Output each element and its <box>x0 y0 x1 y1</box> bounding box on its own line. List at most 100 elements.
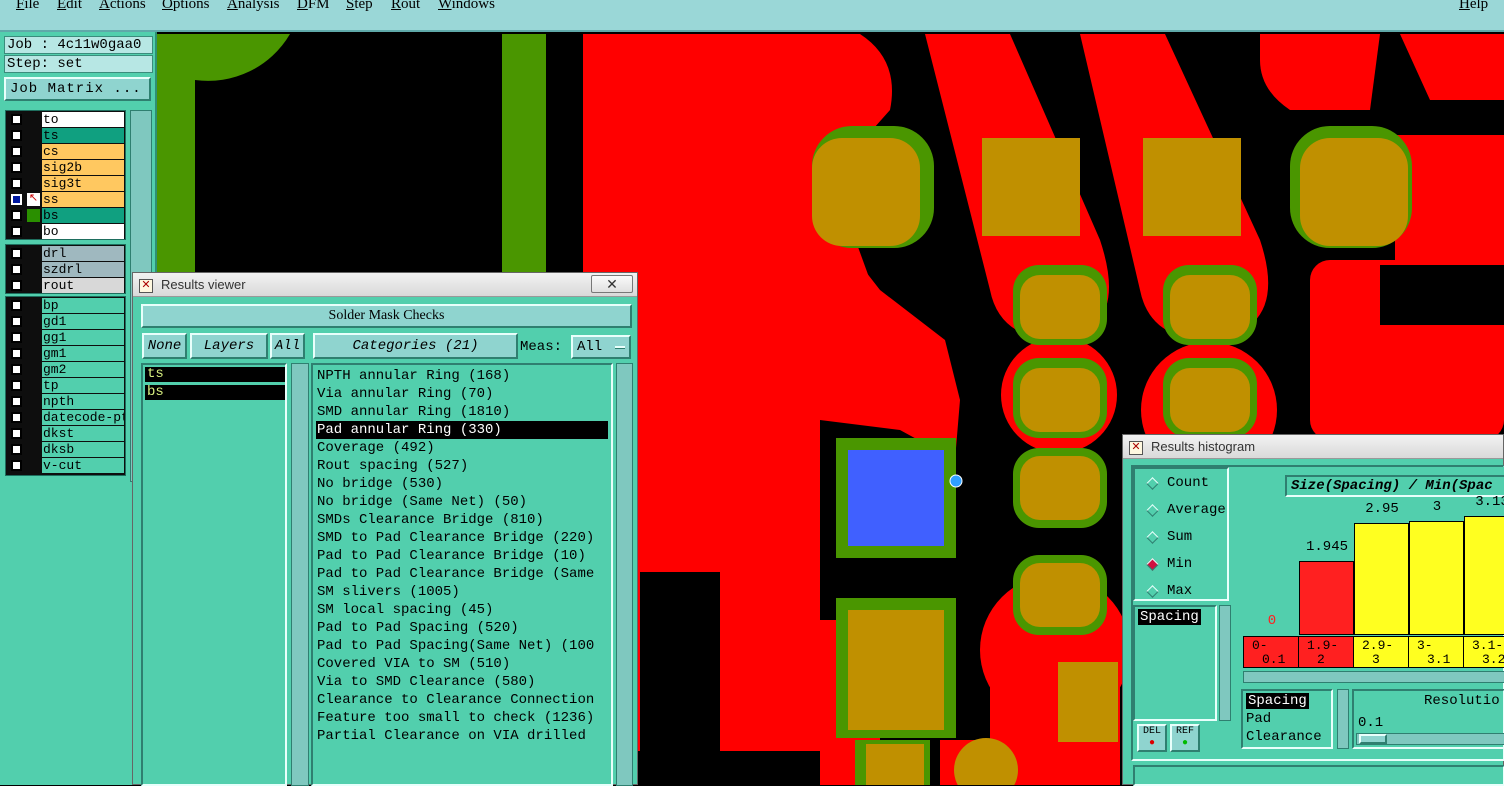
layer-checkbox[interactable] <box>11 396 22 407</box>
layer-checkbox[interactable] <box>11 412 22 423</box>
category-item[interactable]: Via annular Ring (70) <box>317 385 493 403</box>
layer-checkbox[interactable] <box>11 316 22 327</box>
category-item[interactable]: Covered VIA to SM (510) <box>317 655 510 673</box>
meas-list-scrollbar[interactable] <box>1337 689 1349 749</box>
layer-checkbox[interactable] <box>11 380 22 391</box>
job-matrix-button[interactable]: Job Matrix ... <box>4 77 151 101</box>
menu-step[interactable]: Step <box>346 0 373 13</box>
layer-checkbox[interactable] <box>11 226 22 237</box>
layer-checkbox[interactable] <box>11 428 22 439</box>
layer-name[interactable]: dkst <box>42 426 124 441</box>
layer-name[interactable]: npth <box>42 394 124 409</box>
layer-name[interactable]: gm2 <box>42 362 124 377</box>
category-item[interactable]: NPTH annular Ring (168) <box>317 367 510 385</box>
menu-actions[interactable]: Actions <box>99 0 146 13</box>
layer-row[interactable]: npth <box>6 394 125 410</box>
layer-checkbox[interactable] <box>11 130 22 141</box>
layer-row[interactable]: cs <box>6 144 125 160</box>
layer-name[interactable]: datecode-ptc <box>42 410 124 425</box>
layer-name[interactable]: bo <box>42 224 124 239</box>
layer-row[interactable]: rout <box>6 278 125 294</box>
menu-dfm[interactable]: DFM <box>297 0 330 13</box>
layer-checkbox[interactable] <box>11 332 22 343</box>
del-button[interactable]: DEL ● <box>1137 724 1167 752</box>
layer-checkbox[interactable] <box>11 162 22 173</box>
categories-scrollbar[interactable] <box>616 363 633 786</box>
meas-list-item-clearance[interactable]: Clearance <box>1246 729 1322 745</box>
category-item[interactable]: No bridge (530) <box>317 475 443 493</box>
menu-options[interactable]: Options <box>162 0 210 13</box>
histogram-bar[interactable] <box>1409 521 1464 635</box>
category-item[interactable]: Pad to Pad Spacing(Same Net) (100 <box>317 637 594 655</box>
layer-name[interactable]: drl <box>42 246 124 261</box>
layer-row[interactable]: gm2 <box>6 362 125 378</box>
layer-name[interactable]: dksb <box>42 442 124 457</box>
layer-row[interactable]: bs <box>6 208 125 224</box>
layer-row[interactable]: dkst <box>6 426 125 442</box>
layer-row[interactable]: bo <box>6 224 125 240</box>
layer-name[interactable]: gg1 <box>42 330 124 345</box>
category-item[interactable]: Rout spacing (527) <box>317 457 468 475</box>
categories-button[interactable]: Categories (21) <box>313 333 518 359</box>
measure-list-item[interactable]: Spacing <box>1138 609 1201 625</box>
result-layer-item[interactable]: ts <box>145 367 285 382</box>
layer-checkbox[interactable] <box>11 300 22 311</box>
result-layer-item[interactable]: bs <box>145 385 285 400</box>
category-item[interactable]: SMDs Clearance Bridge (810) <box>317 511 544 529</box>
resolution-slider-thumb[interactable] <box>1359 734 1387 744</box>
layer-name[interactable]: to <box>42 112 124 127</box>
meas-list-item-pad[interactable]: Pad <box>1246 711 1271 727</box>
layer-checkbox[interactable] <box>11 348 22 359</box>
meas-select[interactable]: All <box>571 335 631 359</box>
close-icon[interactable]: ✕ <box>591 275 633 293</box>
layer-row[interactable]: sig2b <box>6 160 125 176</box>
mode-radio-min[interactable]: Min <box>1143 554 1233 574</box>
menu-windows[interactable]: Windows <box>438 0 495 13</box>
layer-checkbox[interactable] <box>11 146 22 157</box>
layers-list-scrollbar[interactable] <box>291 363 309 786</box>
category-item[interactable]: Pad to Pad Spacing (520) <box>317 619 519 637</box>
category-item[interactable]: Via to SMD Clearance (580) <box>317 673 535 691</box>
menu-help[interactable]: Help <box>1459 0 1488 13</box>
resolution-slider[interactable] <box>1356 733 1504 745</box>
layer-name[interactable]: gm1 <box>42 346 124 361</box>
category-item[interactable]: Clearance to Clearance Connection <box>317 691 594 709</box>
histogram-bar[interactable] <box>1464 516 1504 635</box>
layer-name[interactable]: bp <box>42 298 124 313</box>
layer-name[interactable]: v-cut <box>42 458 124 473</box>
measure-list-scrollbar[interactable] <box>1219 605 1231 721</box>
measure-list[interactable]: Spacing <box>1133 605 1217 721</box>
meas-list[interactable]: Spacing Pad Clearance <box>1241 689 1333 749</box>
categories-list[interactable]: NPTH annular Ring (168) Via annular Ring … <box>311 363 613 786</box>
layer-checkbox[interactable] <box>11 194 22 205</box>
menu-file[interactable]: File <box>16 0 39 13</box>
layer-row[interactable]: v-cut <box>6 458 125 474</box>
layer-name[interactable]: sig2b <box>42 160 124 175</box>
layer-row[interactable]: sig3t <box>6 176 125 192</box>
layer-name[interactable]: bs <box>42 208 124 223</box>
all-layers-button[interactable]: All <box>270 333 305 359</box>
solder-mask-checks-header[interactable]: Solder Mask Checks <box>141 304 632 328</box>
menu-edit[interactable]: Edit <box>57 0 82 13</box>
layer-checkbox[interactable] <box>11 248 22 259</box>
layer-row[interactable]: ts <box>6 128 125 144</box>
histogram-bar[interactable] <box>1299 561 1354 635</box>
category-item[interactable]: Pad to Pad Clearance Bridge (Same <box>317 565 594 583</box>
layer-row[interactable]: dksb <box>6 442 125 458</box>
category-item[interactable]: Pad annular Ring (330) <box>316 421 608 439</box>
category-item[interactable]: Feature too small to check (1236) <box>317 709 594 727</box>
layer-row[interactable]: bp <box>6 298 125 314</box>
layer-name[interactable]: szdrl <box>42 262 124 277</box>
mode-radio-max[interactable]: Max <box>1143 581 1233 601</box>
layer-checkbox[interactable] <box>11 444 22 455</box>
layer-checkbox[interactable] <box>11 114 22 125</box>
layer-row[interactable]: drl <box>6 246 125 262</box>
layer-checkbox[interactable] <box>11 264 22 275</box>
layer-name[interactable]: rout <box>42 278 124 293</box>
results-viewer-titlebar[interactable]: ✕ Results viewer ✕ <box>133 273 637 297</box>
mode-radio-average[interactable]: Average <box>1143 500 1233 520</box>
layers-button[interactable]: Layers <box>190 333 268 359</box>
category-item[interactable]: SMD to Pad Clearance Bridge (220) <box>317 529 594 547</box>
category-item[interactable]: SMD annular Ring (1810) <box>317 403 510 421</box>
category-item[interactable]: Partial Clearance on VIA drilled <box>317 727 586 745</box>
